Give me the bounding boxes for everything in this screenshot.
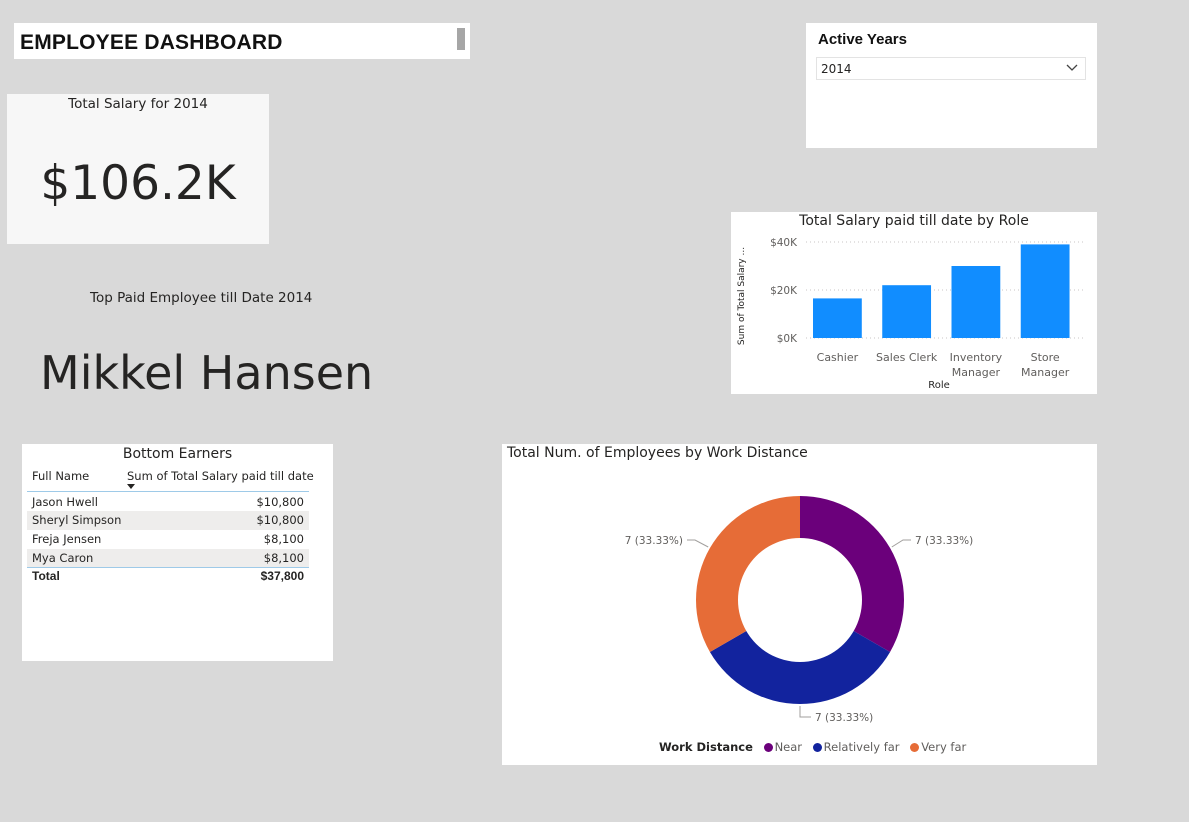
- year-dropdown[interactable]: 2014: [816, 57, 1086, 80]
- data-label: 7 (33.33%): [625, 535, 683, 547]
- y-axis-label: Sum of Total Salary ...: [737, 247, 747, 345]
- y-tick-label: $20K: [770, 285, 798, 297]
- kpi-caption: Total Salary for 2014: [68, 96, 208, 112]
- data-label: 7 (33.33%): [915, 535, 973, 547]
- y-tick-label: $40K: [770, 237, 798, 249]
- donut-slice[interactable]: [800, 496, 904, 652]
- legend-item-very-far[interactable]: Very far: [921, 740, 966, 754]
- work-distance-donut-chart: 7 (33.33%) 7 (33.33%) 7 (33.33%) Total Num…: [502, 444, 1097, 765]
- column-header-salary[interactable]: Sum of Total Salary paid till date: [127, 469, 314, 483]
- legend-item-relatively-far[interactable]: Relatively far: [824, 740, 900, 754]
- cell-salary: $10,800: [256, 495, 304, 509]
- sort-descending-icon[interactable]: [127, 484, 135, 489]
- cell-salary: $8,100: [263, 551, 304, 565]
- donut-slice[interactable]: [696, 496, 800, 652]
- x-tick-label: Manager: [1021, 366, 1070, 379]
- legend-title: Work Distance: [659, 740, 753, 754]
- data-label: 7 (33.33%): [815, 712, 873, 724]
- legend-swatch-near: [763, 743, 773, 752]
- year-dropdown-value: 2014: [821, 62, 852, 76]
- table-row[interactable]: Jason Hwell $10,800: [27, 493, 309, 512]
- bar[interactable]: [951, 266, 1001, 338]
- legend-item-near[interactable]: Near: [775, 740, 802, 754]
- cell-full-name: Sheryl Simpson: [32, 513, 122, 527]
- donut-slice[interactable]: [709, 631, 891, 704]
- dashboard-title-box: EMPLOYEE DASHBOARD: [14, 23, 470, 59]
- x-tick-label: Store: [1031, 351, 1060, 364]
- table-title: Bottom Earners: [122, 446, 233, 462]
- total-salary-card: Total Salary for 2014 $106.2K: [7, 94, 269, 244]
- bar[interactable]: [882, 285, 932, 338]
- bar[interactable]: [813, 298, 862, 338]
- slicer-label: Active Years: [818, 31, 907, 48]
- bottom-earners-table: Bottom Earners Full Name Sum of Total Sa…: [22, 444, 333, 661]
- top-paid-name: Mikkel Hansen: [40, 346, 374, 400]
- cell-salary: $8,100: [263, 532, 304, 546]
- kpi-value: $106.2K: [40, 156, 236, 211]
- dashboard-title: EMPLOYEE DASHBOARD: [20, 31, 283, 54]
- cell-salary: $10,800: [256, 513, 304, 527]
- x-tick-label: Inventory: [950, 351, 1003, 364]
- bar-chart-svg: $0K $20K $40K Cashier Sales Clerk Inventory Ma…: [737, 237, 1086, 391]
- bar-chart-title: Total Salary paid till date by Role: [799, 213, 1029, 229]
- chevron-down-icon: [1066, 64, 1078, 71]
- x-tick-label: Sales Clerk: [876, 351, 938, 364]
- cell-full-name: Freja Jensen: [32, 532, 102, 546]
- top-paid-caption: Top Paid Employee till Date 2014: [90, 290, 313, 306]
- total-value: $37,800: [260, 569, 304, 583]
- leader-line: [891, 539, 911, 548]
- table-row[interactable]: Sheryl Simpson $10,800: [27, 511, 309, 530]
- cell-full-name: Mya Caron: [32, 551, 94, 565]
- cell-full-name: Jason Hwell: [32, 495, 98, 509]
- table-row[interactable]: Freja Jensen $8,100: [27, 530, 309, 549]
- header-divider: [27, 491, 309, 492]
- x-tick-label: Manager: [952, 366, 1001, 379]
- legend-swatch-very-far: [910, 743, 920, 752]
- total-label: Total: [32, 569, 60, 583]
- legend-swatch-relatively-far: [812, 743, 822, 752]
- y-tick-label: $0K: [777, 333, 798, 345]
- donut-legend: Work Distance Near Relatively far Very f…: [659, 740, 966, 754]
- table-row[interactable]: Mya Caron $8,100: [27, 549, 309, 568]
- column-header-full-name[interactable]: Full Name: [32, 469, 89, 483]
- leader-line: [799, 706, 811, 718]
- x-axis-label: Role: [928, 380, 950, 391]
- scroll-handle[interactable]: [457, 28, 465, 50]
- table-total-row: Total $37,800: [27, 567, 309, 586]
- bar[interactable]: [1020, 244, 1070, 338]
- donut-chart-title: Total Num. of Employees by Work Distance: [507, 445, 808, 461]
- x-tick-label: Cashier: [817, 351, 859, 364]
- salary-by-role-chart: $0K $20K $40K Cashier Sales Clerk Inventory Ma…: [731, 212, 1097, 394]
- leader-line: [687, 539, 709, 548]
- donut-chart-svg: 7 (33.33%) 7 (33.33%) 7 (33.33%): [625, 496, 973, 724]
- active-years-slicer: Active Years 2014: [806, 23, 1097, 148]
